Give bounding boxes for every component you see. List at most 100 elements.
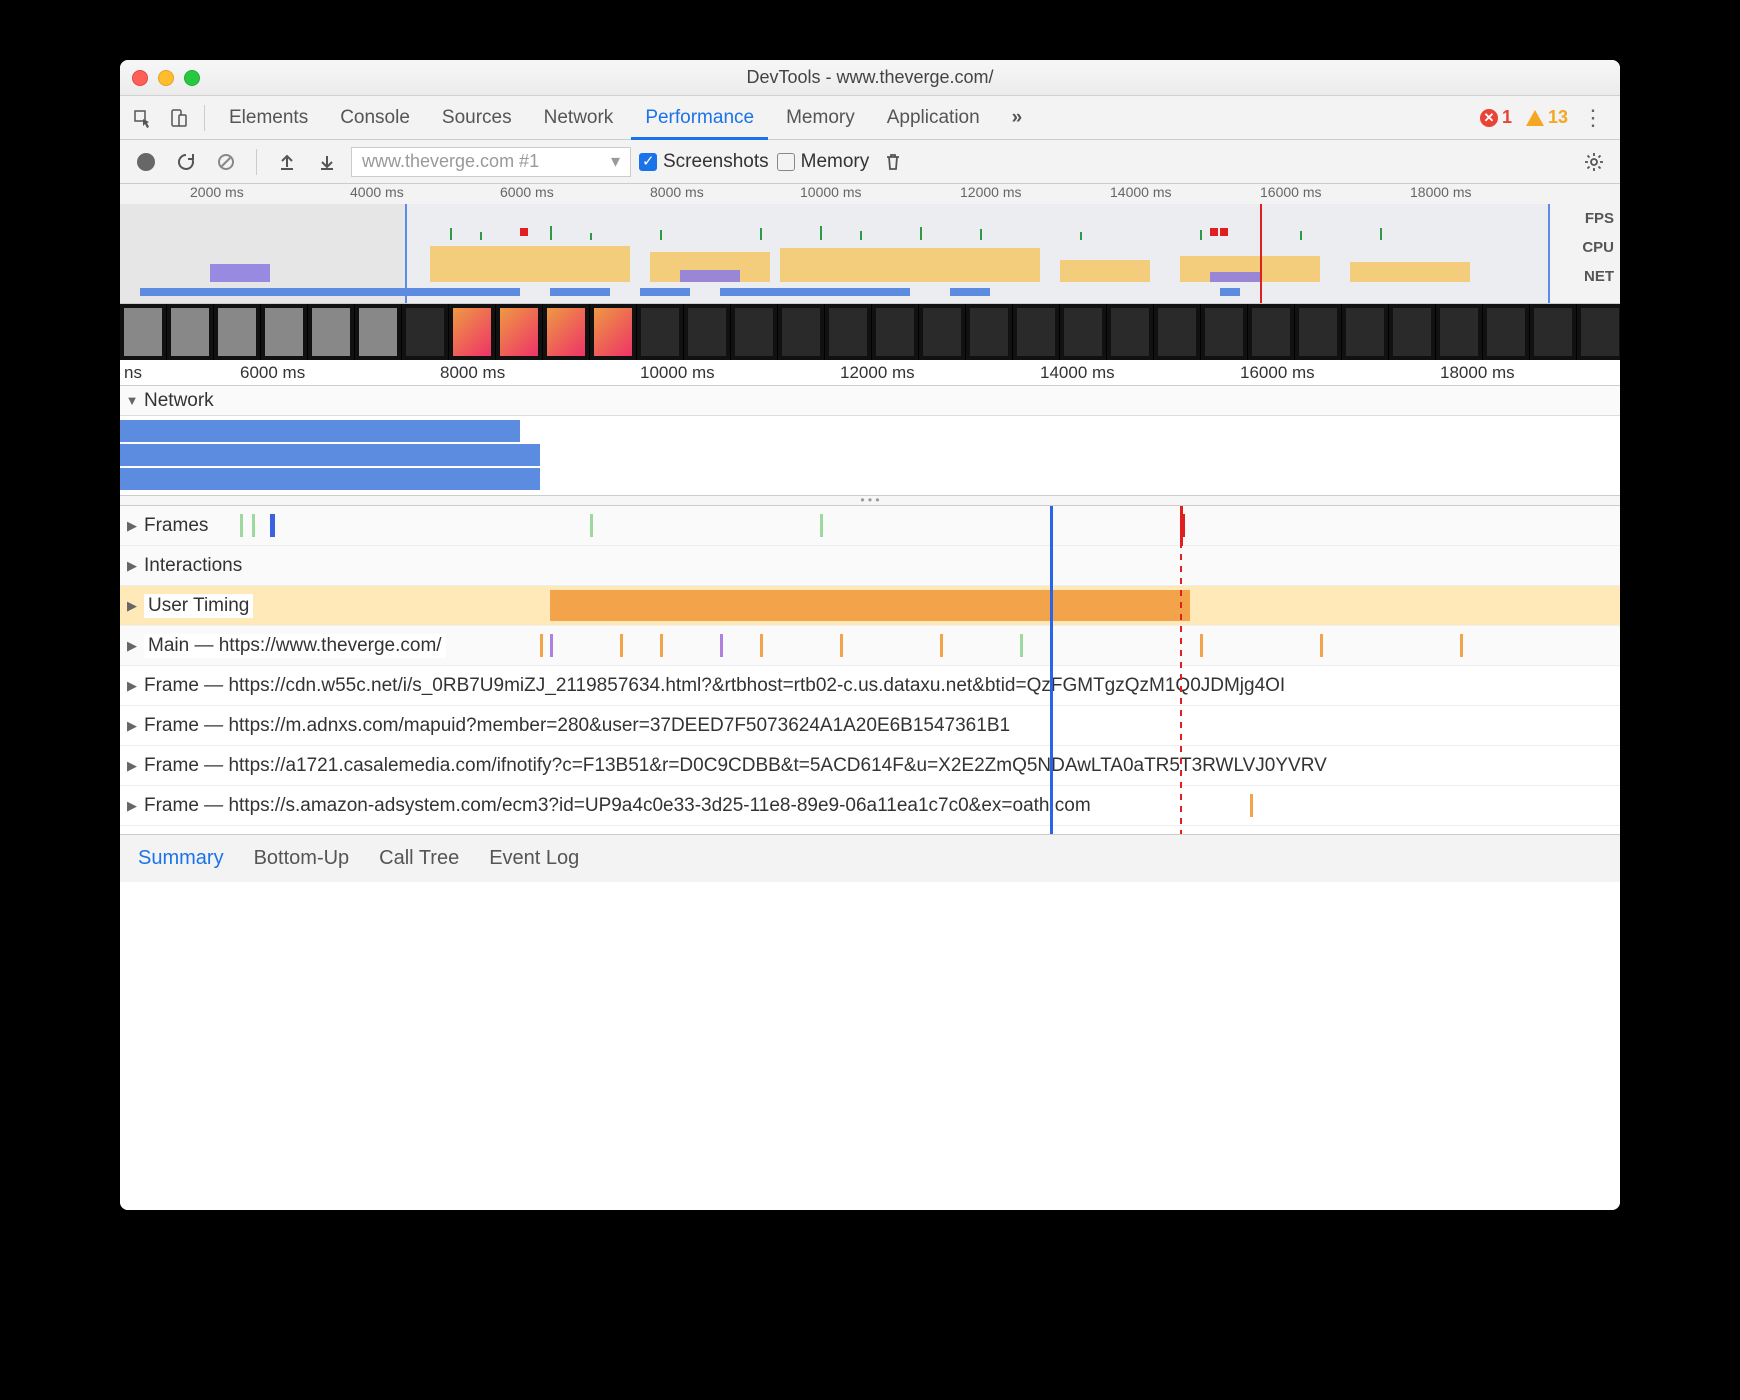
overview-labels: FPS CPU NET [1556, 204, 1620, 291]
warning-icon [1526, 110, 1544, 126]
screenshot-thumb[interactable] [1342, 304, 1389, 360]
pane-resize-handle[interactable]: • • • [120, 496, 1620, 506]
screenshot-thumb[interactable] [1060, 304, 1107, 360]
screenshot-thumb[interactable] [1201, 304, 1248, 360]
clear-button[interactable] [210, 146, 242, 178]
frame-row-label: Frame — https://cdn.w55c.net/i/s_0RB7U9m… [144, 675, 1291, 697]
tab-console[interactable]: Console [326, 96, 424, 140]
tab-performance[interactable]: Performance [631, 96, 768, 140]
screenshots-checkbox[interactable]: Screenshots [639, 151, 769, 173]
menu-icon[interactable]: ⋮ [1572, 105, 1614, 131]
disclosure-icon[interactable]: ▶ [124, 678, 140, 694]
screenshot-thumb[interactable] [543, 304, 590, 360]
screenshot-thumb[interactable] [1295, 304, 1342, 360]
tab-application[interactable]: Application [873, 96, 994, 140]
screenshot-thumb[interactable] [167, 304, 214, 360]
screenshot-thumb[interactable] [637, 304, 684, 360]
screenshot-thumb[interactable] [1248, 304, 1295, 360]
inspect-icon[interactable] [126, 102, 158, 134]
memory-checkbox[interactable]: Memory [777, 151, 870, 173]
error-count[interactable]: ✕ 1 [1480, 107, 1512, 128]
lane-frame-row[interactable]: ▶ Frame — https://a1721.casalemedia.com/… [120, 746, 1620, 786]
network-request-bar[interactable] [120, 420, 520, 442]
tick: 10000 ms [800, 184, 861, 200]
network-lane[interactable]: ▼ Network [120, 386, 1620, 496]
disclosure-icon[interactable]: ▶ [124, 638, 140, 654]
screenshot-thumb[interactable] [1577, 304, 1620, 360]
flame-ruler[interactable]: ns 6000 ms 8000 ms 10000 ms 12000 ms 140… [120, 360, 1620, 386]
screenshot-thumb[interactable] [214, 304, 261, 360]
user-timing-label: User Timing [144, 594, 253, 618]
recording-select[interactable]: www.theverge.com #1 ▾ [351, 147, 631, 177]
screenshot-thumb[interactable] [684, 304, 731, 360]
disclosure-icon[interactable]: ▶ [124, 798, 140, 814]
tab-summary[interactable]: Summary [138, 847, 224, 870]
disclosure-icon[interactable]: ▶ [124, 558, 140, 574]
overview-strip[interactable]: 2000 ms 4000 ms 6000 ms 8000 ms 10000 ms… [120, 184, 1620, 304]
save-profile-icon[interactable] [311, 146, 343, 178]
screenshot-thumb[interactable] [590, 304, 637, 360]
screenshot-thumb[interactable] [120, 304, 167, 360]
screenshot-thumb[interactable] [778, 304, 825, 360]
screenshot-thumb[interactable] [1436, 304, 1483, 360]
tab-network[interactable]: Network [530, 96, 628, 140]
screenshot-thumb[interactable] [261, 304, 308, 360]
screenshot-thumb[interactable] [1483, 304, 1530, 360]
lane-interactions[interactable]: ▶ Interactions [120, 546, 1620, 586]
network-request-bar[interactable] [120, 444, 540, 466]
screenshot-thumb[interactable] [872, 304, 919, 360]
screenshot-thumb[interactable] [402, 304, 449, 360]
screenshot-thumb[interactable] [1013, 304, 1060, 360]
screenshot-thumb[interactable] [1389, 304, 1436, 360]
user-timing-bar[interactable] [550, 590, 1190, 621]
garbage-collect-icon[interactable] [877, 146, 909, 178]
lane-user-timing[interactable]: ▶ User Timing [120, 586, 1620, 626]
network-request-bar[interactable] [120, 468, 540, 490]
tab-memory[interactable]: Memory [772, 96, 869, 140]
lane-frames[interactable]: ▶ Frames [120, 506, 1620, 546]
tab-call-tree[interactable]: Call Tree [379, 847, 459, 870]
device-toggle-icon[interactable] [162, 102, 194, 134]
disclosure-icon[interactable]: ▶ [124, 518, 140, 534]
overview-body[interactable] [120, 204, 1550, 303]
lane-frame-row[interactable]: ▶ Frame — https://ib.3lift.com/userSync.… [120, 826, 1620, 834]
lane-frame-row[interactable]: ▶ Frame — https://m.adnxs.com/mapuid?mem… [120, 706, 1620, 746]
warning-count[interactable]: 13 [1526, 107, 1568, 128]
load-profile-icon[interactable] [271, 146, 303, 178]
screenshots-filmstrip[interactable] [120, 304, 1620, 360]
lane-frame-row[interactable]: ▶ Frame — https://s.amazon-adsystem.com/… [120, 786, 1620, 826]
tab-elements[interactable]: Elements [215, 96, 322, 140]
tab-bottom-up[interactable]: Bottom-Up [254, 847, 350, 870]
tabs-overflow[interactable]: » [998, 96, 1037, 140]
close-icon[interactable] [132, 70, 148, 86]
zoom-icon[interactable] [184, 70, 200, 86]
tab-event-log[interactable]: Event Log [489, 847, 579, 870]
screenshot-thumb[interactable] [496, 304, 543, 360]
screenshot-thumb[interactable] [731, 304, 778, 360]
tick: 12000 ms [840, 363, 915, 383]
screenshot-thumb[interactable] [449, 304, 496, 360]
screenshot-thumb[interactable] [919, 304, 966, 360]
screenshot-thumb[interactable] [1530, 304, 1577, 360]
lane-main[interactable]: ▶ Main — https://www.theverge.com/ [120, 626, 1620, 666]
screenshot-thumb[interactable] [1107, 304, 1154, 360]
reload-button[interactable] [170, 146, 202, 178]
screenshot-thumb[interactable] [1154, 304, 1201, 360]
minimize-icon[interactable] [158, 70, 174, 86]
settings-icon[interactable] [1578, 146, 1610, 178]
tick: 18000 ms [1440, 363, 1515, 383]
disclosure-icon[interactable]: ▼ [124, 393, 140, 408]
screenshot-thumb[interactable] [308, 304, 355, 360]
tab-sources[interactable]: Sources [428, 96, 526, 140]
disclosure-icon[interactable]: ▶ [124, 598, 140, 614]
screenshot-thumb[interactable] [355, 304, 402, 360]
lane-frame-row[interactable]: ▶ Frame — https://cdn.w55c.net/i/s_0RB7U… [120, 666, 1620, 706]
tick: 16000 ms [1260, 184, 1321, 200]
record-button[interactable] [130, 146, 162, 178]
flame-chart[interactable]: ▶ Frames ▶ Interactions ▶ User Timing ▶ … [120, 506, 1620, 834]
disclosure-icon[interactable]: ▶ [124, 718, 140, 734]
titlebar: DevTools - www.theverge.com/ [120, 60, 1620, 96]
screenshot-thumb[interactable] [825, 304, 872, 360]
screenshot-thumb[interactable] [966, 304, 1013, 360]
disclosure-icon[interactable]: ▶ [124, 758, 140, 774]
